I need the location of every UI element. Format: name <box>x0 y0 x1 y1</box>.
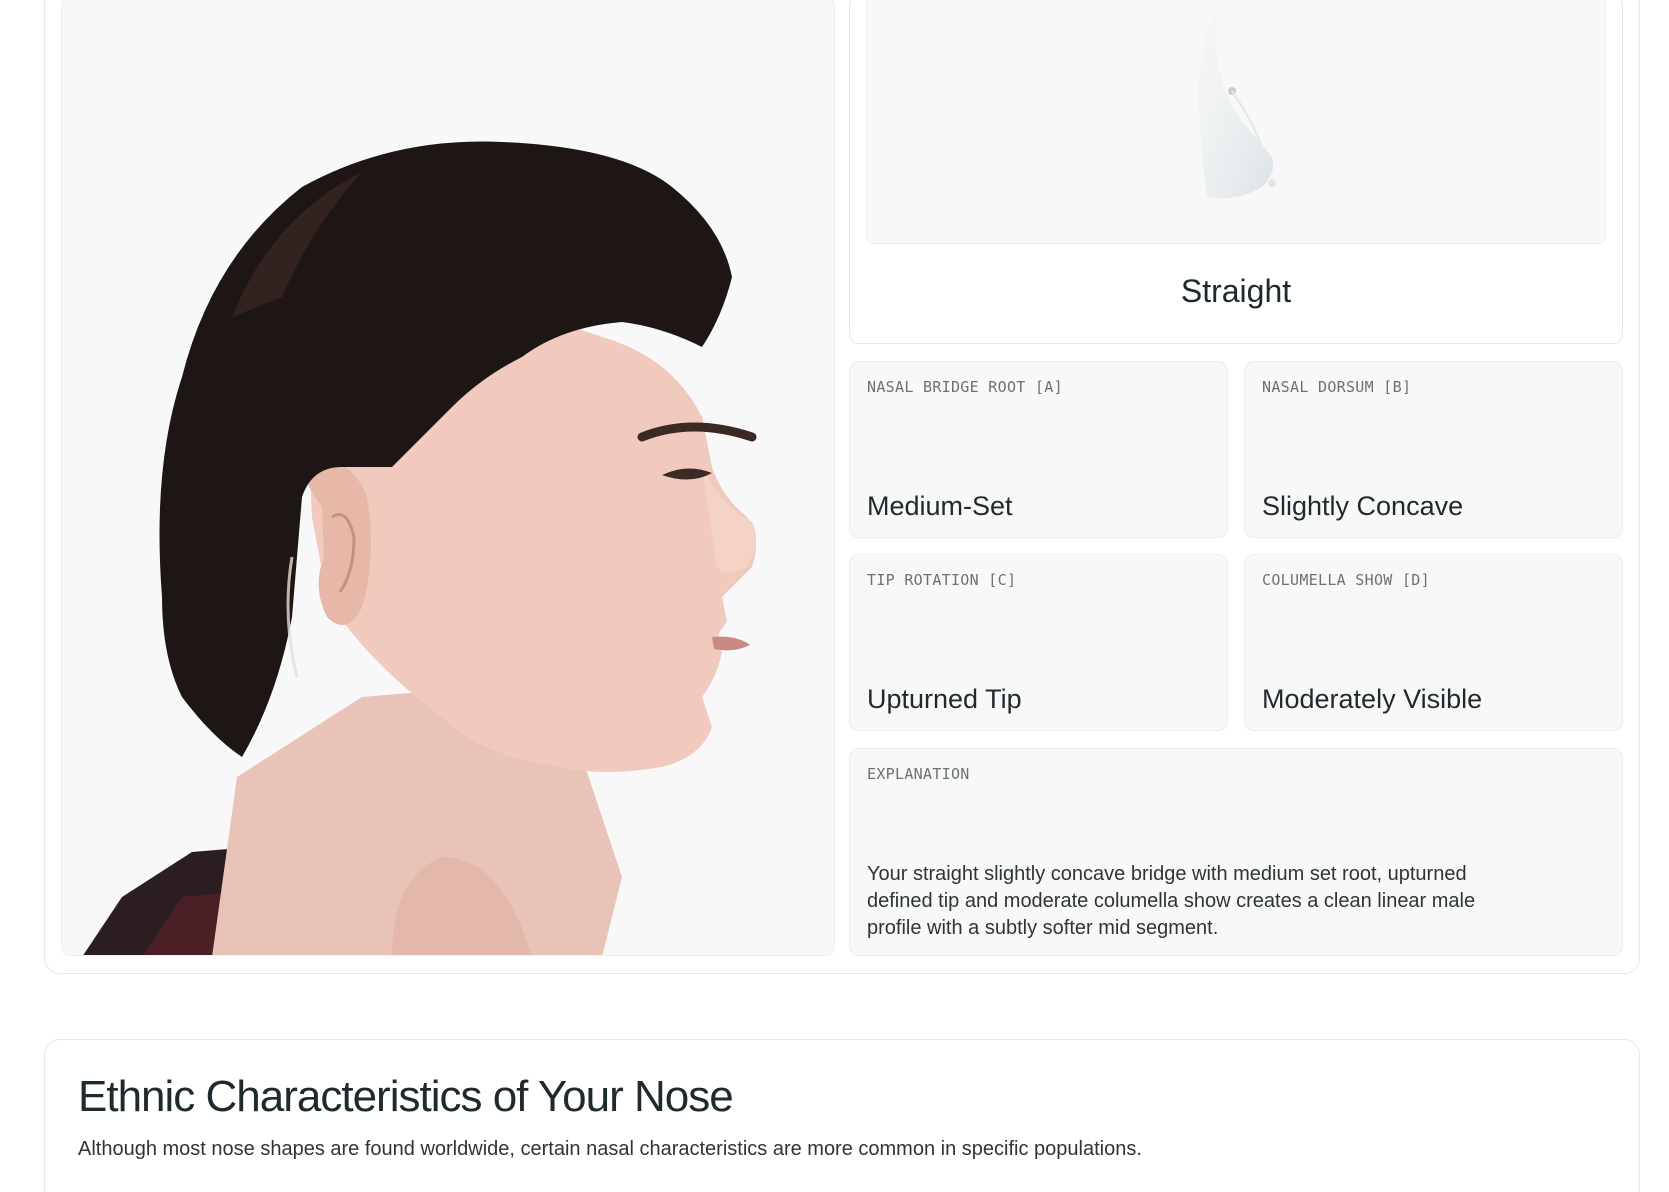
attribute-key: TIP ROTATION [C] <box>867 571 1017 589</box>
explanation-key: EXPLANATION <box>867 765 970 783</box>
section-subtitle: Although most nose shapes are found worl… <box>78 1138 1142 1160</box>
explanation-card: EXPLANATION Your straight slightly conca… <box>849 748 1623 956</box>
nose-shape-illustration <box>866 0 1606 244</box>
attribute-card-tip-rotation: TIP ROTATION [C] Upturned Tip <box>849 554 1228 731</box>
profile-portrait-image <box>83 141 757 955</box>
attribute-card-nasal-bridge-root: NASAL BRIDGE ROOT [A] Medium-Set <box>849 361 1228 538</box>
attribute-value: Slightly Concave <box>1262 491 1464 521</box>
attribute-value: Upturned Tip <box>867 684 1022 714</box>
attribute-key: NASAL BRIDGE ROOT [A] <box>867 378 1063 396</box>
nose-shape-label: Straight <box>1180 273 1292 309</box>
attribute-card-nasal-dorsum: NASAL DORSUM [B] Slightly Concave <box>1244 361 1623 538</box>
attribute-value: Medium-Set <box>867 491 1013 521</box>
nose-shape-card: Straight <box>849 0 1623 344</box>
ethnic-characteristics-section: Ethnic Characteristics of Your Nose Alth… <box>44 1039 1640 1192</box>
nose-silhouette-icon <box>1198 17 1276 199</box>
attribute-key: COLUMELLA SHOW [D] <box>1262 571 1430 589</box>
attribute-value: Moderately Visible <box>1262 684 1483 714</box>
attribute-key: NASAL DORSUM [B] <box>1262 378 1412 396</box>
attribute-card-columella-show: COLUMELLA SHOW [D] Moderately Visible <box>1244 554 1623 731</box>
section-title: Ethnic Characteristics of Your Nose <box>78 1072 734 1121</box>
explanation-text: Your straight slightly concave bridge wi… <box>867 863 1476 939</box>
profile-photo <box>61 0 835 956</box>
